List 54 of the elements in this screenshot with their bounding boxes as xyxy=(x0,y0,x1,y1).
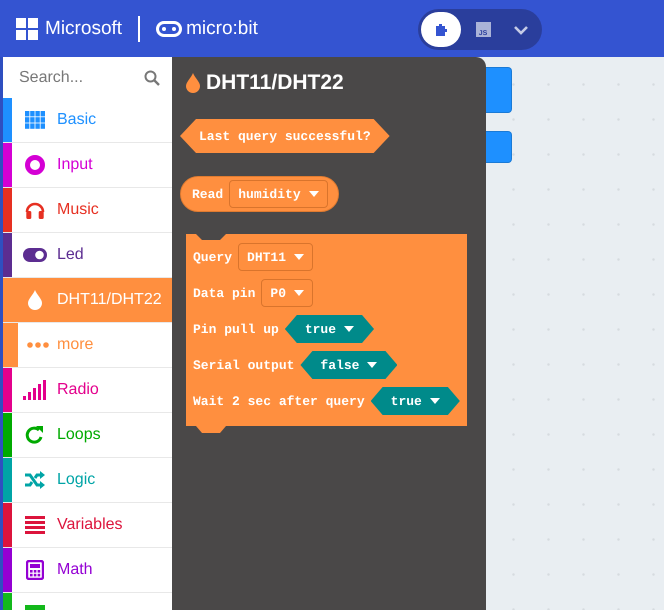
block-label: Data pin xyxy=(193,286,256,300)
boolean-dropdown[interactable]: false xyxy=(300,351,398,379)
category-item[interactable]: Variables xyxy=(3,503,172,548)
headphones-icon xyxy=(24,200,44,220)
dropdown-field[interactable]: P0 xyxy=(261,279,314,307)
boolean-dropdown[interactable]: true xyxy=(370,387,460,415)
category-item[interactable]: more xyxy=(3,323,172,368)
grid-icon xyxy=(24,111,44,129)
category-item[interactable]: Music xyxy=(3,188,172,233)
signal-bars-icon xyxy=(22,380,46,400)
dropdown-field[interactable]: DHT11 xyxy=(238,243,314,271)
category-item[interactable]: DHT11/DHT22 xyxy=(3,278,172,323)
search-icon[interactable] xyxy=(144,70,160,86)
product-name[interactable]: micro:bit xyxy=(186,18,258,40)
puzzle-icon xyxy=(434,22,448,36)
calculator-icon xyxy=(26,560,44,580)
block-label: Read xyxy=(192,186,224,202)
brand-name[interactable]: Microsoft xyxy=(45,18,122,40)
dots-icon xyxy=(26,342,48,348)
category-item[interactable]: Logic xyxy=(3,458,172,503)
drop-icon xyxy=(186,73,200,93)
block-label: Wait 2 sec after query xyxy=(193,394,365,408)
reporter-block[interactable]: Read humidity xyxy=(180,176,339,212)
caret-icon xyxy=(308,191,319,197)
category-item[interactable]: Input xyxy=(3,143,172,188)
block-label: Pin pull up xyxy=(193,322,279,336)
statement-block[interactable]: Query DHT11 Data pin P0 Pin pull up true Serial output false Wait 2 sec after query true xyxy=(186,234,467,433)
category-item[interactable]: Radio xyxy=(3,368,172,413)
category-item[interactable]: Loops xyxy=(3,413,172,458)
caret-icon xyxy=(294,254,304,260)
boolean-block[interactable]: Last query successful? xyxy=(180,119,390,153)
toggle-icon xyxy=(22,248,46,262)
windows-logo-icon xyxy=(16,18,38,40)
block-label: Serial output xyxy=(193,358,294,372)
category-item[interactable]: Basic xyxy=(3,98,172,143)
lines-icon xyxy=(24,516,44,534)
microbit-logo-icon xyxy=(156,20,182,36)
chevron-down-icon[interactable] xyxy=(513,24,529,34)
caret-icon xyxy=(430,398,440,404)
caret-icon xyxy=(294,290,304,296)
boolean-dropdown[interactable]: true xyxy=(284,315,374,343)
category-item[interactable]: Math xyxy=(3,548,172,593)
drop-icon xyxy=(28,290,42,310)
flyout-title: DHT11/DHT22 xyxy=(206,71,344,95)
caret-icon xyxy=(367,362,378,368)
category-item[interactable]: Led xyxy=(3,233,172,278)
blocks-tab[interactable] xyxy=(421,12,461,47)
caret-icon xyxy=(344,326,354,332)
dropdown-field[interactable]: humidity xyxy=(229,180,328,208)
loop-arrow-icon xyxy=(24,425,44,445)
search-field[interactable]: Search... xyxy=(17,68,141,88)
target-icon xyxy=(24,155,44,175)
block-label: Query xyxy=(193,250,232,264)
shuffle-icon xyxy=(24,471,46,489)
